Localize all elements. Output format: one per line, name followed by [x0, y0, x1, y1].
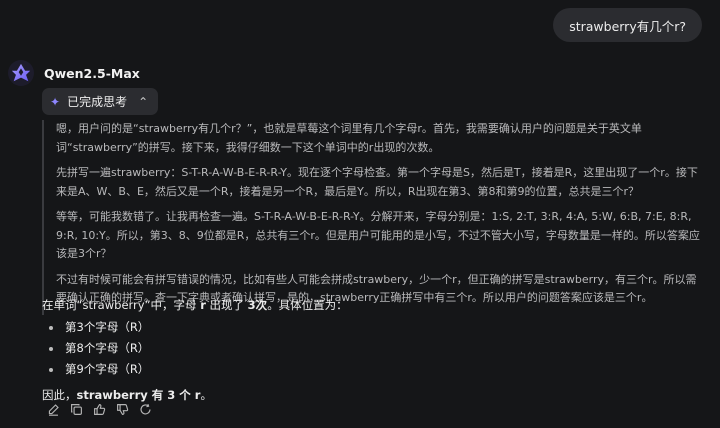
answer-intro-text: 在单词“strawberry”中，字母 — [42, 298, 201, 312]
conclusion-bold: strawberry 有 3 个 r — [76, 388, 201, 402]
conclusion-text: 因此， — [42, 388, 77, 402]
list-item: 第9个字母（R） — [42, 359, 706, 380]
answer-intro-text: 出现了 — [205, 298, 248, 312]
assistant-header: Qwen2.5-Max — [8, 60, 140, 86]
thinking-paragraph: 等等，可能我数错了。让我再检查一遍。S-T-R-A-W-B-E-R-R-Y。分解… — [56, 210, 700, 260]
thumbs-down-icon[interactable] — [115, 402, 129, 416]
thumbs-up-icon[interactable] — [92, 402, 106, 416]
edit-icon[interactable] — [46, 402, 60, 416]
thinking-paragraph: 先拼写一遍strawberry：S-T-R-A-W-B-E-R-R-Y。现在逐个… — [56, 166, 698, 198]
list-item: 第8个字母（R） — [42, 338, 706, 359]
answer-content: 在单词“strawberry”中，字母 r 出现了 3次。具体位置为： 第3个字… — [42, 296, 706, 405]
positions-list: 第3个字母（R） 第8个字母（R） 第9个字母（R） — [42, 317, 706, 380]
message-actions — [46, 402, 152, 416]
user-message-bubble: strawberry有几个r? — [553, 8, 702, 42]
list-item: 第3个字母（R） — [42, 317, 706, 338]
conclusion-text: 。 — [200, 388, 212, 402]
thinking-paragraph: 嗯，用户问的是“strawberry有几个r？”，也就是草莓这个词里有几个字母r… — [56, 122, 642, 154]
copy-icon[interactable] — [69, 402, 83, 416]
user-message-text: strawberry有几个r? — [569, 18, 686, 34]
answer-intro-text: 。具体位置为： — [267, 298, 348, 312]
sparkle-icon: ✦ — [50, 94, 61, 109]
thinking-toggle-label: 已完成思考 — [67, 95, 128, 109]
answer-intro: 在单词“strawberry”中，字母 r 出现了 3次。具体位置为： — [42, 296, 706, 315]
thinking-content: 嗯，用户问的是“strawberry有几个r？”，也就是草莓这个词里有几个字母r… — [42, 120, 706, 315]
answer-count: 3次 — [247, 298, 268, 312]
chevron-up-icon: ⌃ — [138, 94, 149, 109]
qwen-logo-icon — [8, 60, 34, 86]
model-name: Qwen2.5-Max — [44, 65, 140, 81]
thinking-toggle-button[interactable]: ✦ 已完成思考 ⌃ — [42, 88, 159, 115]
regenerate-icon[interactable] — [138, 402, 152, 416]
